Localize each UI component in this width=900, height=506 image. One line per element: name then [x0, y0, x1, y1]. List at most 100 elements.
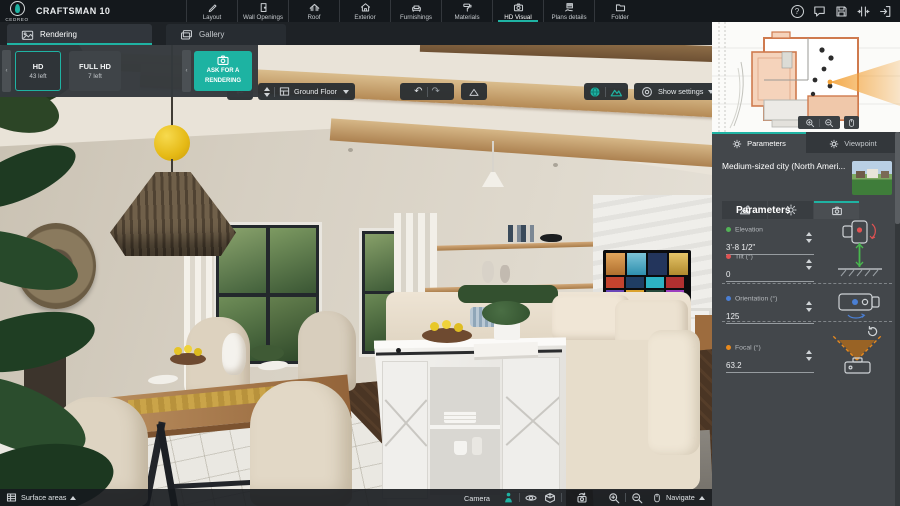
feedback-button[interactable] — [812, 4, 826, 18]
first-person-view-button[interactable] — [503, 489, 514, 506]
floor-selector[interactable]: Ground Floor — [258, 83, 355, 100]
panel-tab-bar: Parameters Viewpoint — [712, 132, 900, 153]
ask-for-rendering-button[interactable]: ASK FOR A RENDERING — [194, 51, 252, 91]
menu-item-folder[interactable]: Folder — [594, 0, 645, 22]
sofa-icon — [411, 4, 421, 12]
zoom-in-button[interactable] — [608, 489, 620, 506]
house-icon — [360, 2, 370, 11]
pitcher — [222, 333, 246, 375]
menu-item-furnishings[interactable]: Furnishings — [390, 0, 441, 22]
environment-thumbnail[interactable] — [852, 161, 892, 195]
person-icon — [505, 492, 512, 503]
render-3d-viewport[interactable] — [0, 45, 712, 506]
console-open-shelf — [430, 367, 500, 495]
dining-chair — [250, 381, 352, 506]
floor-plan-minimap[interactable] — [712, 22, 900, 132]
tilt-label: Tilt (°) — [735, 253, 753, 261]
centerpiece-greens — [250, 345, 284, 361]
parameters-panel: Medium-sized city (North Ameri... Parame… — [712, 153, 900, 506]
table-grid-icon — [6, 493, 17, 502]
terrain-view-button[interactable] — [461, 83, 487, 100]
eye-icon — [642, 86, 652, 97]
tab-parameters[interactable]: Parameters — [712, 132, 806, 153]
focal-dot — [726, 345, 731, 351]
plate — [147, 373, 179, 386]
mug — [454, 441, 467, 455]
plan-sheet-icon — [564, 2, 573, 11]
main-menu: Layout Wall Openings Roof Exterior Furni… — [186, 0, 645, 22]
vase — [482, 261, 494, 283]
cedreo-logo[interactable]: CEDREO — [3, 1, 31, 22]
orientation-label: Orientation (°) — [735, 295, 778, 303]
save-button[interactable] — [834, 4, 848, 18]
zoom-out-icon[interactable] — [824, 118, 834, 128]
parameters-heading: Parameters — [736, 205, 791, 216]
menu-item-layout[interactable]: Layout — [186, 0, 237, 22]
menu-item-roof[interactable]: Roof — [288, 0, 339, 22]
environment-name[interactable]: Medium-sized city (North Ameri... — [722, 161, 850, 195]
zoom-in-icon[interactable] — [805, 118, 815, 128]
menu-item-exterior[interactable]: Exterior — [339, 0, 390, 22]
menu-item-hd-visual[interactable]: HD Visual — [492, 0, 543, 22]
undo-redo-group: ↶ ↷ — [400, 83, 454, 100]
books — [508, 225, 534, 242]
pendant-yellow-ball — [154, 125, 190, 161]
floor-stepper[interactable] — [264, 86, 270, 97]
help-icon — [790, 4, 804, 18]
window-actions — [790, 0, 892, 22]
tab-viewpoint[interactable]: Viewpoint — [806, 132, 900, 153]
zoom-out-button[interactable] — [631, 489, 643, 506]
camera-rotate-button[interactable] — [576, 489, 588, 506]
orientation-stepper[interactable] — [806, 301, 812, 312]
focal-stepper[interactable] — [806, 350, 812, 361]
center-view-button[interactable] — [856, 4, 870, 18]
prism-icon — [469, 88, 479, 96]
gear-icon — [732, 139, 742, 148]
barn-door-right — [502, 357, 560, 493]
hd-quality-button[interactable]: HD 43 left — [15, 51, 61, 91]
mini-pendant-shade — [482, 172, 504, 187]
right-panel: Parameters Viewpoint Medium-sized city (… — [712, 22, 900, 506]
orientation-illustration — [838, 293, 880, 319]
panel-scrollbar[interactable] — [895, 132, 900, 506]
subtab-camera[interactable] — [814, 201, 859, 219]
orientation-dot — [726, 296, 731, 302]
monstera-plant — [0, 132, 84, 222]
fullhd-label: FULL HD — [79, 62, 111, 71]
tab-gallery[interactable]: Gallery — [166, 24, 286, 45]
help-button[interactable] — [790, 4, 804, 18]
tab-rendering[interactable]: Rendering — [7, 24, 152, 45]
zoom-out-icon — [632, 492, 643, 503]
menu-item-wall-openings[interactable]: Wall Openings — [237, 0, 288, 22]
redo-button[interactable]: ↷ — [432, 86, 440, 97]
menu-item-materials[interactable]: Materials — [441, 0, 492, 22]
camera-icon — [217, 55, 229, 66]
tilt-stepper[interactable] — [806, 259, 812, 270]
orbit-view-button[interactable] — [525, 489, 537, 506]
tilt-field: Tilt (°) 0 — [726, 248, 814, 282]
tilt-input[interactable]: 0 — [726, 267, 814, 282]
surface-areas-toggle[interactable]: Surface areas — [6, 489, 77, 506]
globe-icon[interactable] — [589, 86, 601, 98]
hd-count: 43 left — [29, 73, 47, 80]
navigate-dropdown[interactable]: Navigate — [652, 489, 705, 506]
collapse-handle-icon[interactable]: ‹ — [2, 50, 11, 92]
collapse-handle-icon[interactable]: ‹ — [182, 50, 191, 92]
console-sideboard — [373, 301, 567, 506]
focal-input[interactable]: 63.2 — [726, 358, 814, 373]
cedreo-app-window: ‹ HD 43 left FULL HD 7 left ‹ ASK FOR A … — [0, 0, 900, 506]
undo-button[interactable]: ↶ — [414, 86, 422, 97]
zoom-in-icon — [609, 492, 620, 503]
show-settings-dropdown[interactable]: Show settings — [634, 83, 722, 100]
plate — [257, 359, 289, 372]
fruit-bowl — [422, 328, 472, 343]
elevation-stepper[interactable] — [806, 232, 812, 243]
exit-button[interactable] — [878, 4, 892, 18]
rendering-image-icon — [21, 30, 34, 40]
menu-item-plans-details[interactable]: Plans details — [543, 0, 594, 22]
surface-areas-label: Surface areas — [21, 493, 67, 502]
axonometric-view-button[interactable] — [544, 489, 556, 506]
fullhd-quality-button[interactable]: FULL HD 7 left — [69, 51, 121, 91]
minimap-pan-button[interactable] — [844, 116, 859, 129]
terrain-icon[interactable] — [610, 86, 623, 98]
